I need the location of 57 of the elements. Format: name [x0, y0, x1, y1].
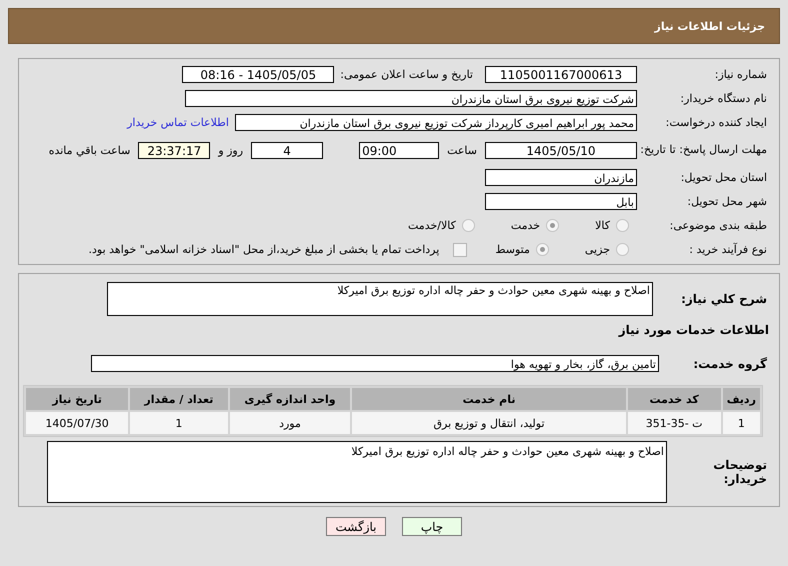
field-label: نام دستگاه خریدار: [679, 92, 768, 105]
requester-field: محمد پور ابراهیم امیری کارپرداز شرکت توزیع نیروی برق استان مازندران [235, 114, 637, 131]
need-number-field: 1105001167000613 [485, 66, 637, 83]
table-cell: 1405/07/30 [26, 412, 128, 434]
field-label: گروه خدمت: [692, 356, 768, 370]
days-field: 4 [251, 142, 324, 158]
section-title: اطلاعات خدمات مورد نياز [618, 323, 769, 337]
field-label: توضیحات خریدار: [712, 458, 768, 486]
column-header: نام خدمت [352, 388, 626, 410]
back-button[interactable]: بازگشت [326, 517, 386, 536]
deadline-time-field: 09:00 [359, 142, 440, 158]
radio-button[interactable] [546, 219, 560, 232]
description-box: اصلاح و بهینه شهری معین حوادث و حفر چاله اداره توزیع برق امیرکلا [107, 282, 653, 316]
remaining-label: ساعت باقي مانده [48, 144, 130, 156]
field-label: تاریخ و ساعت اعلان عمومی: [340, 68, 473, 81]
field-label: شهر محل تحویل: [686, 195, 768, 208]
table-cell: 1 [130, 412, 228, 434]
table-cell: 1 [722, 412, 760, 434]
field-label: شرح کلي نياز: [680, 292, 768, 306]
radio-label: متوسط [495, 243, 530, 256]
print-button[interactable]: چاپ [402, 517, 462, 536]
page-title: جزئیات اطلاعات نیاز [654, 20, 765, 32]
column-header: تاریخ نیاز [26, 388, 128, 410]
deadline-date-field: 1405/05/10 [485, 142, 637, 158]
time-label: ساعت [447, 144, 477, 156]
field-label: ایجاد کننده درخواست: [664, 116, 768, 129]
days-label: روز و [218, 144, 244, 156]
buyer-org-field: شرکت توزیع نیروی برق استان مازندران [185, 90, 637, 107]
field-label: طبقه بندی موضوعی: [668, 219, 768, 232]
radio-button[interactable] [616, 243, 629, 256]
field-label: شماره نیاز: [714, 68, 768, 81]
contact-link[interactable]: اطلاعات تماس خریدار [127, 116, 229, 129]
radio-button[interactable] [536, 243, 549, 256]
checkbox[interactable] [453, 242, 468, 256]
table-cell: ت -35-351 [628, 412, 721, 434]
table-cell: مورد [230, 412, 350, 434]
column-header: تعداد / مقدار [130, 388, 228, 410]
field-label: استان محل تحویل: [680, 171, 768, 184]
table-cell: تولید، انتقال و توزیع برق [352, 412, 626, 434]
province-field: مازندران [485, 169, 637, 186]
announce-date-field: 1405/05/05 - 08:16 [182, 66, 334, 83]
radio-label: جزیی [584, 243, 610, 256]
column-header: ردیف [722, 388, 760, 410]
radio-button[interactable] [462, 219, 475, 232]
buyer-notes-box: اصلاح و بهینه شهری معین حوادث و حفر چاله اداره توزیع برق امیرکلا [47, 441, 667, 503]
column-header: کد خدمت [628, 388, 721, 410]
payment-note: پرداخت تمام یا بخشی از مبلغ خرید،از محل "اسناد خزانه اسلامی" خواهد بود. [88, 243, 440, 256]
radio-button[interactable] [616, 219, 629, 232]
city-field: بابل [485, 193, 637, 210]
service-group-field: تامین برق، گاز، بخار و تهویه هوا [91, 355, 659, 372]
radio-label: خدمت [510, 219, 540, 232]
radio-label: کالا/خدمت [408, 219, 456, 232]
field-label: نوع فرآیند خرید : [688, 243, 768, 256]
remaining-time-field: 23:37:17 [138, 142, 210, 158]
column-header: واحد اندازه گیری [230, 388, 350, 410]
field-label: مهلت ارسال پاسخ: تا تاریخ: [639, 143, 768, 157]
radio-label: کالا [595, 219, 610, 232]
